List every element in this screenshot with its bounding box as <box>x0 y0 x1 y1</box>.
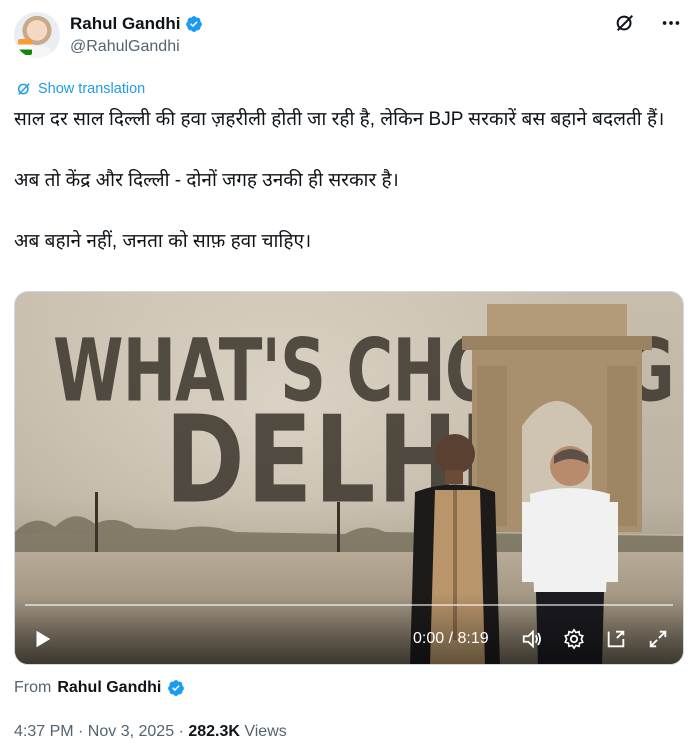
tweet-meta: 4:37 PM · Nov 3, 2025 · 282.3K Views <box>14 723 287 741</box>
video-progress-bar[interactable] <box>25 604 673 606</box>
grok-icon[interactable] <box>614 12 636 34</box>
timestamp[interactable]: 4:37 PM · Nov 3, 2025 · <box>14 723 188 740</box>
more-icon[interactable] <box>660 12 682 34</box>
picture-in-picture-icon[interactable] <box>605 628 627 650</box>
tweet-paragraph-3: अब बहाने नहीं, जनता को साफ़ हवा चाहिए। <box>14 231 312 252</box>
verified-badge-icon <box>185 16 202 32</box>
views-label: Views <box>239 723 287 740</box>
video-control-icons <box>521 628 669 650</box>
verified-badge-icon <box>168 680 185 696</box>
fullscreen-icon[interactable] <box>647 628 669 650</box>
views-count: 282.3K <box>188 723 240 740</box>
from-attribution: From Rahul Gandhi <box>14 679 185 697</box>
tweet-paragraph-1: साल दर साल दिल्ली की हवा ज़हरीली होती जा… <box>14 109 665 130</box>
from-label: From <box>14 679 52 696</box>
author-name-row: Rahul Gandhi <box>70 14 203 34</box>
author-handle[interactable]: @RahulGandhi <box>70 38 180 56</box>
avatar[interactable] <box>14 12 60 58</box>
top-actions <box>614 12 682 34</box>
play-icon[interactable] <box>31 628 53 650</box>
author-name[interactable]: Rahul Gandhi <box>70 14 181 34</box>
settings-gear-icon[interactable] <box>563 628 585 650</box>
show-translation-link[interactable]: Show translation <box>16 81 145 97</box>
volume-icon[interactable] <box>521 628 543 650</box>
video-player[interactable]: WHAT'S CHOKING DELHI? 0:00 / 8:19 <box>14 291 684 665</box>
from-author-link[interactable]: Rahul Gandhi <box>57 679 161 697</box>
show-translation-label: Show translation <box>38 81 146 97</box>
flag-icon <box>18 39 32 55</box>
translate-icon <box>17 83 30 95</box>
tweet-text: साल दर साल दिल्ली की हवा ज़हरीली होती जा… <box>14 104 684 287</box>
tweet-paragraph-2: अब तो केंद्र और दिल्ली - दोनों जगह उनकी … <box>14 170 399 191</box>
video-time: 0:00 / 8:19 <box>413 630 489 647</box>
